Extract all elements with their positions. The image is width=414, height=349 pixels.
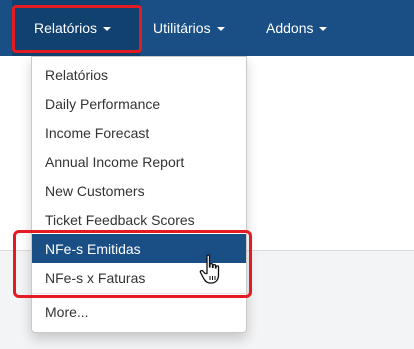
menu-item-label: Relatórios <box>45 66 109 83</box>
menu-item-new-customers[interactable]: New Customers <box>32 176 246 205</box>
menu-item-annual-income-report[interactable]: Annual Income Report <box>32 147 246 176</box>
menu-item-label: New Customers <box>45 182 145 199</box>
menu-item-label: Income Forecast <box>45 124 150 141</box>
menu-item-label: NFe-s x Faturas <box>45 269 146 286</box>
caret-down-icon <box>216 27 225 31</box>
caret-down-icon <box>319 27 328 31</box>
nav-menu-utilitarios[interactable]: Utilitários <box>153 0 225 56</box>
menu-item-nfe-emitidas[interactable]: NFe-s Emitidas <box>32 234 246 263</box>
menu-item-label: More... <box>45 303 89 320</box>
menu-divider <box>32 293 246 294</box>
nav-menu-label: Relatórios <box>34 20 98 36</box>
menu-item-daily-performance[interactable]: Daily Performance <box>32 89 246 118</box>
menu-item-more[interactable]: More... <box>32 297 246 326</box>
menu-item-income-forecast[interactable]: Income Forecast <box>32 118 246 147</box>
caret-down-icon <box>103 27 112 31</box>
relatorios-dropdown-menu: Relatórios Daily Performance Income Fore… <box>31 56 247 333</box>
menu-item-label: Daily Performance <box>45 95 161 112</box>
menu-item-label: Ticket Feedback Scores <box>45 211 195 228</box>
nav-menu-label: Utilitários <box>153 20 211 36</box>
nav-menu-addons[interactable]: Addons <box>266 0 328 56</box>
nav-menu-relatorios[interactable]: Relatórios <box>12 0 140 56</box>
menu-item-label: NFe-s Emitidas <box>45 240 141 257</box>
menu-item-label: Annual Income Report <box>45 153 185 170</box>
menu-item-nfe-x-faturas[interactable]: NFe-s x Faturas <box>32 263 246 292</box>
menu-item-ticket-feedback-scores[interactable]: Ticket Feedback Scores <box>32 205 246 234</box>
top-navbar: Relatórios Utilitários Addons <box>0 0 414 56</box>
nav-menu-label: Addons <box>266 20 314 36</box>
menu-item-relatorios[interactable]: Relatórios <box>32 60 246 89</box>
